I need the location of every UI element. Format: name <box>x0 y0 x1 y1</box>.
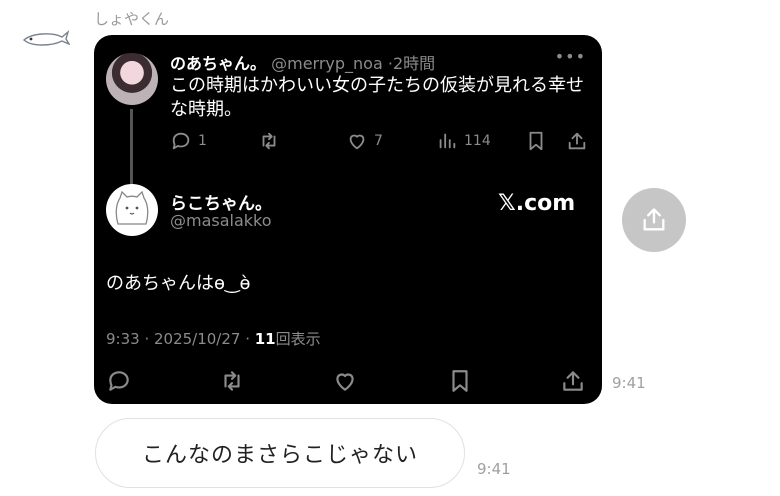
reply-text: こんなのまさらこじゃない <box>141 443 418 468</box>
reply-icon <box>109 371 129 391</box>
quoted-time: 2時間 <box>392 54 436 73</box>
views-count: 114 <box>464 133 491 149</box>
post-user-avatar[interactable] <box>106 184 158 236</box>
bookmark-action[interactable] <box>525 130 547 152</box>
more-icon[interactable]: ••• <box>555 47 586 66</box>
quoted-actions: 1 7 114 <box>94 130 602 156</box>
cat-avatar-icon <box>115 190 149 225</box>
post-reply-action[interactable] <box>106 368 132 394</box>
post-bookmark-action[interactable] <box>447 368 473 394</box>
post-repost-action[interactable] <box>218 368 246 394</box>
quoted-text: この時期はかわいい女の子たちの仮装が見れる幸せな時期。 <box>170 75 584 120</box>
post-user-handle[interactable]: @masalakko <box>170 211 272 230</box>
quoted-user-handle[interactable]: @merryp_noa <box>271 54 383 73</box>
post-like-action[interactable] <box>332 368 358 394</box>
message-time: 9:41 <box>612 374 646 392</box>
heart-icon <box>336 373 354 391</box>
sender-name: しょやくん <box>94 10 170 28</box>
quoted-user-avatar[interactable] <box>106 53 158 105</box>
post-meta: 9:33 · 2025/10/27 · 11回表示 <box>106 328 321 349</box>
heart-icon <box>349 134 365 150</box>
like-action[interactable]: 7 <box>346 130 383 152</box>
repost-icon <box>262 132 276 150</box>
quoted-header: のあちゃん。 @merryp_noa ·2時間 <box>170 50 435 74</box>
tweet-embed-card[interactable]: のあちゃん。 @merryp_noa ·2時間 ••• この時期はかわいい女の子… <box>94 35 602 404</box>
share-icon <box>643 208 665 231</box>
reply-count: 1 <box>198 133 207 149</box>
share-icon <box>568 132 586 150</box>
reply-icon <box>172 132 190 150</box>
share-action[interactable] <box>566 130 588 152</box>
bookmark-icon <box>529 131 543 151</box>
post-actions <box>94 368 602 394</box>
post-view-count: 11 <box>254 330 276 348</box>
sender-avatar[interactable] <box>22 28 70 50</box>
post-share-action[interactable] <box>560 368 586 394</box>
post-time: 9:33 · 2025/10/27 · <box>106 330 255 348</box>
share-icon <box>563 371 583 391</box>
x-com-link[interactable]: 𝕏.com <box>498 191 575 216</box>
post-text: のあちゃんはɵ‿ɵ̀ <box>106 273 251 294</box>
share-button[interactable] <box>622 188 686 252</box>
repost-action[interactable] <box>257 130 281 152</box>
post-view-label: 回表示 <box>275 330 321 348</box>
views-action[interactable]: 114 <box>436 130 491 152</box>
reply-action[interactable]: 1 <box>170 130 207 152</box>
reply-time: 9:41 <box>477 460 511 478</box>
repost-icon <box>224 371 240 391</box>
bookmark-icon <box>452 370 468 392</box>
views-icon <box>439 133 456 149</box>
quoted-user-name[interactable]: のあちゃん。 <box>170 54 266 73</box>
reply-bubble[interactable]: こんなのまさらこじゃない <box>95 418 465 488</box>
like-count: 7 <box>374 133 383 149</box>
